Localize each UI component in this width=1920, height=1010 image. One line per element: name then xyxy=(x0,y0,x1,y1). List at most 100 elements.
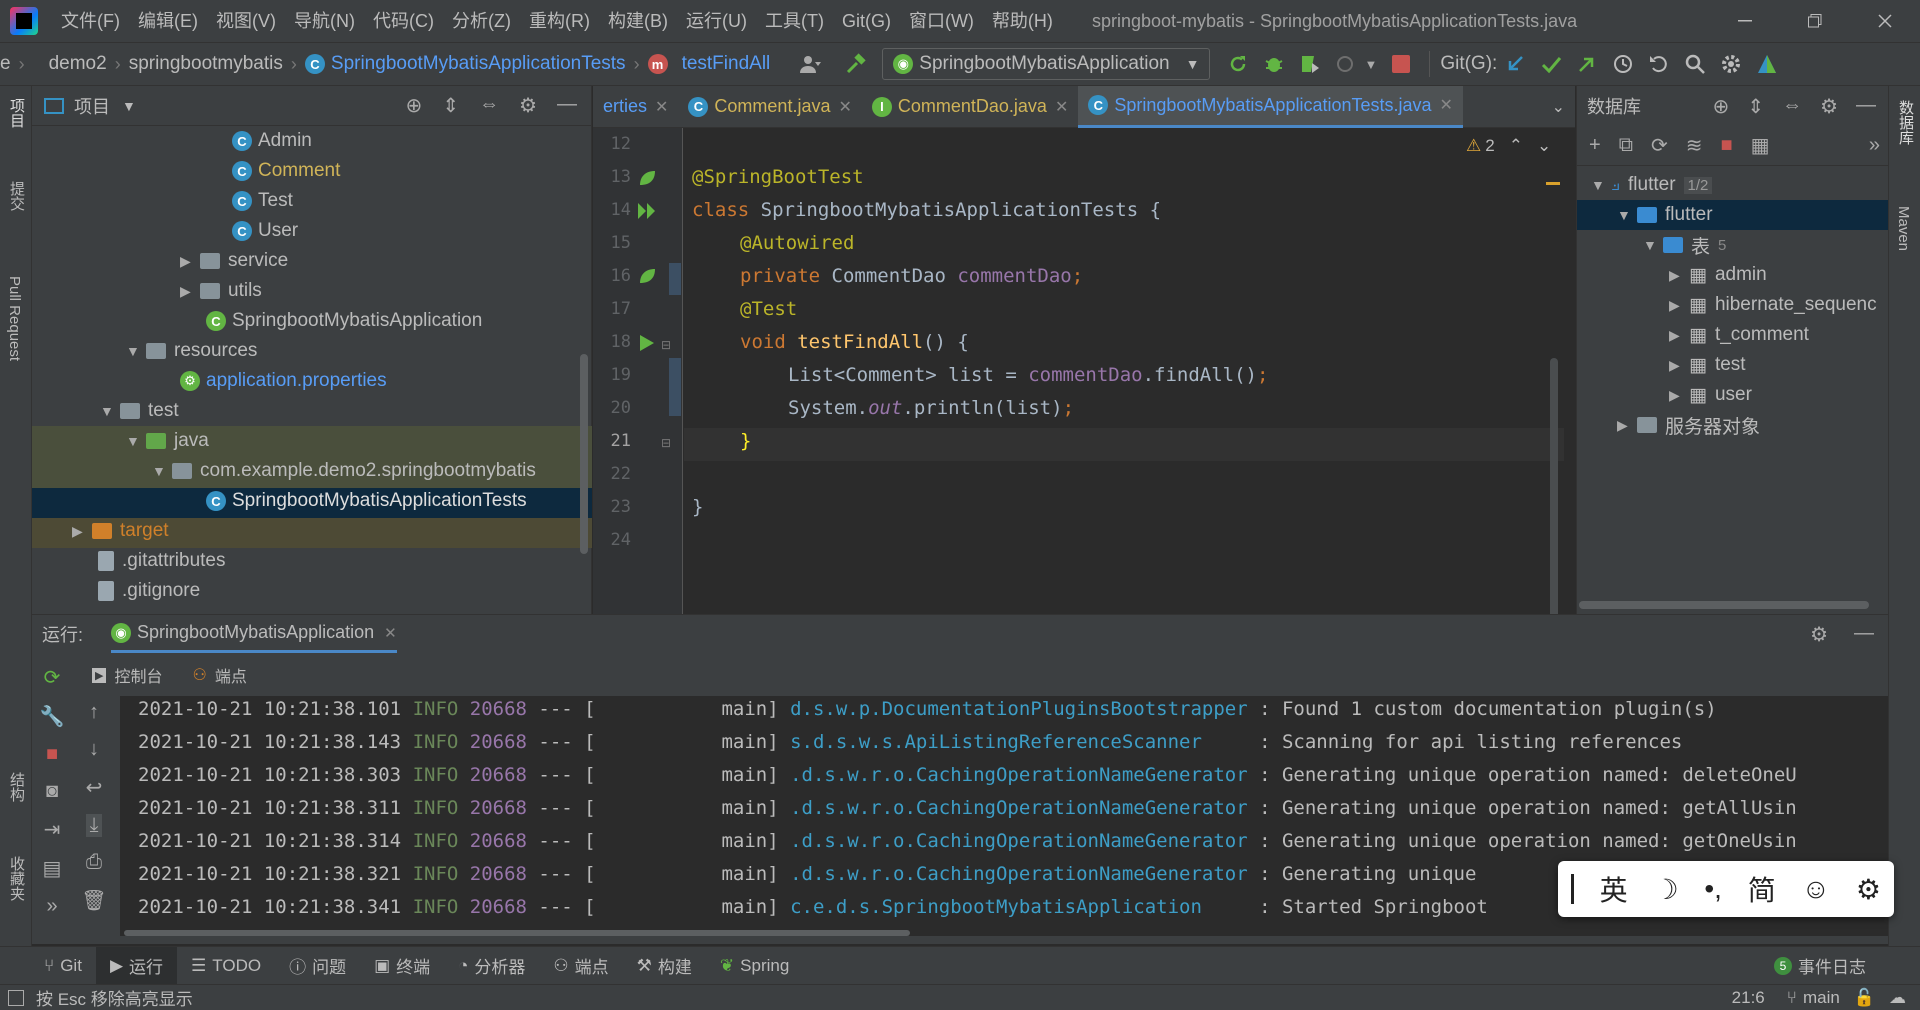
menu-tools[interactable]: 工具(T) xyxy=(756,0,833,42)
db-tree-server-objects[interactable]: ▶ 服务器对象 xyxy=(1617,410,1760,440)
breadcrumb-demo2[interactable]: demo2 xyxy=(49,53,107,75)
stop-icon[interactable]: ■ xyxy=(46,743,58,766)
database-tool-tab[interactable]: 数据库 xyxy=(1895,100,1916,145)
caret-position[interactable]: 21:6 xyxy=(1732,988,1765,1008)
event-log-button[interactable]: 5 事件日志 xyxy=(1760,947,1880,985)
git-branch[interactable]: main xyxy=(1803,988,1840,1008)
breadcrumb-method[interactable]: testFindAll xyxy=(682,53,771,75)
tab-properties[interactable]: erties ✕ xyxy=(593,86,678,128)
fold-icon[interactable]: ⊟ xyxy=(661,338,671,352)
schema-icon[interactable]: ≋ xyxy=(1686,133,1703,158)
db-table-user[interactable]: ▶ ▦ user xyxy=(1669,380,1752,410)
commit-tool-tab[interactable]: 提交 xyxy=(6,181,27,211)
expand-all-icon[interactable]: ⇕ xyxy=(1747,94,1764,119)
tree-item-application-properties[interactable]: ⚙ application.properties xyxy=(180,366,387,396)
lock-icon[interactable]: 🔓 xyxy=(1854,988,1875,1008)
run-config-tab[interactable]: ◉ SpringbootMybatisApplication ✕ xyxy=(111,615,397,653)
tree-item-admin[interactable]: C Admin xyxy=(232,126,312,156)
build-tool-button[interactable]: ⚒ 构建 xyxy=(623,947,706,985)
tree-item-utils[interactable]: ▶ utils xyxy=(180,276,262,306)
run-test-icon[interactable] xyxy=(639,334,655,352)
db-table-test[interactable]: ▶ ▦ test xyxy=(1669,350,1746,380)
project-tool-tab[interactable]: 项目 xyxy=(6,98,27,128)
fold-end-icon[interactable]: ⊟ xyxy=(661,436,671,450)
menu-view[interactable]: 视图(V) xyxy=(207,0,285,42)
db-table-admin[interactable]: ▶ ▦ admin xyxy=(1669,260,1767,290)
endpoints-tab[interactable]: ⚇ 端点 xyxy=(192,663,246,687)
breadcrumb-module[interactable]: springbootmybatis xyxy=(129,53,283,75)
menu-window[interactable]: 窗口(W) xyxy=(900,0,983,42)
todo-tool-button[interactable]: ☰ TODO xyxy=(177,947,275,985)
menu-refactor[interactable]: 重构(R) xyxy=(520,0,599,42)
tab-commentdao-java[interactable]: I CommentDao.java ✕ xyxy=(862,86,1078,128)
stop-icon[interactable]: ■ xyxy=(1721,134,1733,157)
structure-tool-tab[interactable]: 结构 xyxy=(6,772,27,802)
autowired-bean-icon[interactable] xyxy=(637,266,659,288)
ime-script-toggle[interactable]: 简 xyxy=(1748,869,1776,909)
settings-gear-icon[interactable]: ⚙ xyxy=(1820,94,1838,119)
menu-edit[interactable]: 编辑(E) xyxy=(129,0,207,42)
inspection-widget[interactable]: ⚠ 2 ⌃ ⌄ xyxy=(1466,136,1551,156)
spring-bean-icon[interactable] xyxy=(637,168,657,188)
run-tool-button[interactable]: ▶ 运行 xyxy=(95,946,178,985)
menu-help[interactable]: 帮助(H) xyxy=(983,0,1062,42)
punctuation-icon[interactable]: •, xyxy=(1704,873,1722,905)
panel-toggle-icon[interactable] xyxy=(8,989,24,1006)
layout-icon[interactable]: ▤ xyxy=(43,856,62,881)
ime-settings-icon[interactable]: ⚙ xyxy=(1856,873,1881,906)
tree-item-gitattributes[interactable]: .gitattributes xyxy=(98,546,226,576)
hide-panel-icon[interactable]: — xyxy=(1854,622,1874,647)
tree-item-service[interactable]: ▶ service xyxy=(180,246,288,276)
collapse-all-icon[interactable]: ⇔ xyxy=(479,93,499,118)
tab-list-chevron-icon[interactable]: ⌄ xyxy=(1552,97,1575,117)
copy-icon[interactable]: ⧉ xyxy=(1619,134,1633,157)
db-tree-datasource-flutter[interactable]: ▼ ⟓ flutter 1/2 xyxy=(1591,170,1713,200)
ime-language-toggle[interactable]: 英 xyxy=(1600,869,1628,909)
tree-item-gitignore[interactable]: .gitignore xyxy=(98,576,200,606)
git-push-icon[interactable] xyxy=(1569,46,1605,82)
table-view-icon[interactable]: ▦ xyxy=(1751,133,1770,158)
debug-bug-icon[interactable] xyxy=(1256,46,1292,82)
maven-tool-tab[interactable]: Maven xyxy=(1895,206,1912,251)
menu-git[interactable]: Git(G) xyxy=(833,0,900,42)
problems-tool-button[interactable]: ⓘ 问题 xyxy=(275,947,360,985)
expand-chevron-icon[interactable]: » xyxy=(46,895,57,918)
tree-item-package[interactable]: ▼ com.example.demo2.springbootmybatis xyxy=(152,456,536,486)
soft-wrap-icon[interactable]: ↩ xyxy=(86,775,103,800)
git-tool-button[interactable]: ⑂ Git xyxy=(30,947,96,985)
project-panel-title[interactable]: 项目 xyxy=(74,93,110,119)
git-commit-check-icon[interactable] xyxy=(1533,46,1569,82)
rerun-icon[interactable]: ⟳ xyxy=(44,665,61,690)
db-table-t-comment[interactable]: ▶ ▦ t_comment xyxy=(1669,320,1809,350)
menu-analyze[interactable]: 分析(Z) xyxy=(443,0,520,42)
settings-gear-icon[interactable]: ⚙ xyxy=(519,93,537,118)
clear-trash-icon[interactable]: 🗑 xyxy=(81,888,106,913)
tab-comment-java[interactable]: C Comment.java ✕ xyxy=(678,86,861,128)
tree-item-test-folder[interactable]: ▼ test xyxy=(100,396,179,426)
user-icon[interactable] xyxy=(792,46,828,82)
notifications-icon[interactable]: ☁ xyxy=(1889,988,1906,1008)
project-scrollbar[interactable] xyxy=(580,354,588,554)
tree-item-resources[interactable]: ▼ resources xyxy=(126,336,257,366)
collapse-all-icon[interactable]: ⇔ xyxy=(1782,94,1802,119)
settings-gear-icon[interactable] xyxy=(1713,46,1749,82)
rerun-icon[interactable] xyxy=(1220,46,1256,82)
scroll-up-icon[interactable]: ↑ xyxy=(89,701,99,724)
spring-tool-button[interactable]: ❦ Spring xyxy=(706,947,803,985)
moon-icon[interactable]: ☽ xyxy=(1653,873,1678,906)
git-update-icon[interactable] xyxy=(1497,46,1533,82)
refresh-icon[interactable]: ⟳ xyxy=(1651,133,1668,158)
hide-panel-icon[interactable]: — xyxy=(1856,94,1876,119)
more-run-chevron-icon[interactable]: ▼ xyxy=(1364,57,1377,72)
warning-stripe[interactable] xyxy=(1546,182,1560,185)
print-icon[interactable]: ⎙ xyxy=(86,851,102,874)
tab-tests-java[interactable]: C SpringbootMybatisApplicationTests.java ✕ xyxy=(1078,85,1463,128)
locate-target-icon[interactable]: ⊕ xyxy=(406,93,423,118)
console-tab[interactable]: ▶ 控制台 xyxy=(92,663,162,687)
settings-gear-icon[interactable]: ⚙ xyxy=(1810,622,1828,647)
plugin-logo-icon[interactable] xyxy=(1749,46,1785,82)
menu-run[interactable]: 运行(U) xyxy=(677,0,756,42)
profiler-icon[interactable] xyxy=(1328,46,1364,82)
build-hammer-icon[interactable] xyxy=(838,46,874,82)
restore-button[interactable] xyxy=(1780,0,1850,42)
